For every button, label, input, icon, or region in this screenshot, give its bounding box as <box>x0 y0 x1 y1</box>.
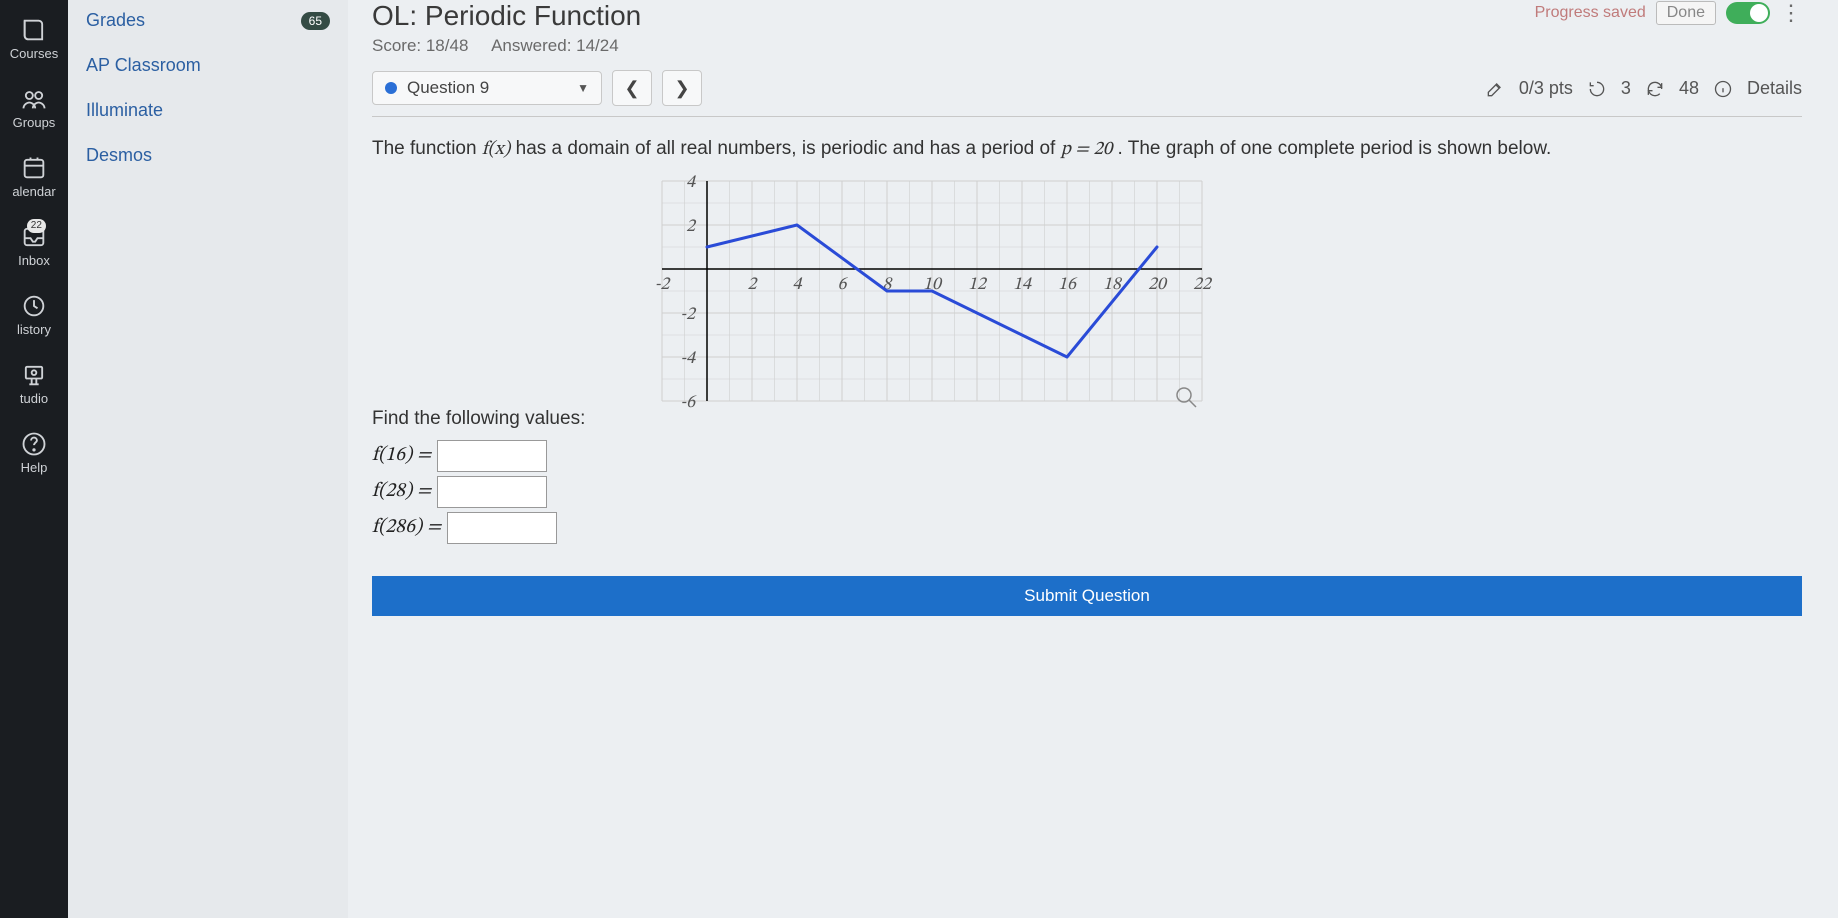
submit-question-button[interactable]: Submit Question <box>372 576 1802 616</box>
dark-mode-toggle[interactable] <box>1726 2 1770 24</box>
answers-block: f(16) = f(28) = f(286) = <box>372 436 1802 548</box>
done-button[interactable]: Done <box>1656 1 1716 25</box>
answer-label: f(28) = <box>372 479 431 504</box>
rail-label: tudio <box>20 391 48 406</box>
retries-label: 3 <box>1621 78 1631 99</box>
rail-item-courses[interactable]: Courses <box>10 16 58 61</box>
svg-text:12: 12 <box>968 276 988 294</box>
question-bar: Question 9 ▼ ❮ ❯ 0/3 pts 3 48 Details <box>372 70 1802 117</box>
svg-text:-2: -2 <box>680 306 697 324</box>
answer-label: f(16) = <box>372 443 431 468</box>
svg-text:16: 16 <box>1058 276 1078 294</box>
rail-item-history[interactable]: listory <box>17 292 51 337</box>
rail-label: alendar <box>12 184 55 199</box>
attempts-label: 48 <box>1679 78 1699 99</box>
course-nav-illuminate[interactable]: Illuminate <box>86 100 330 121</box>
info-icon <box>1713 77 1733 98</box>
svg-text:-4: -4 <box>680 350 696 368</box>
svg-text:-2: -2 <box>655 276 672 294</box>
course-nav-grades[interactable]: Grades <box>86 10 145 31</box>
rail-item-inbox[interactable]: 22 Inbox <box>18 223 50 268</box>
svg-text:4: 4 <box>686 174 696 192</box>
math-p: p = 20 <box>1061 140 1113 159</box>
refresh-icon <box>1645 77 1665 98</box>
progress-saved-label: Progress saved <box>1535 4 1646 22</box>
question-label: Question 9 <box>407 78 489 98</box>
studio-icon <box>20 361 48 389</box>
rail-label: Inbox <box>18 253 50 268</box>
answered-label: Answered: 14/24 <box>491 36 619 55</box>
details-link[interactable]: Details <box>1747 78 1802 99</box>
function-graph: -224681012141618202242-2-4-6 <box>602 171 1802 436</box>
points-label: 0/3 pts <box>1519 78 1573 99</box>
course-nav: Grades 65 AP Classroom Illuminate Desmos <box>68 0 348 918</box>
retry-icon <box>1587 77 1607 98</box>
score-label: Score: 18/48 <box>372 36 468 55</box>
svg-text:14: 14 <box>1013 276 1032 294</box>
caret-down-icon: ▼ <box>577 81 589 95</box>
answer-input-f28[interactable] <box>437 476 547 508</box>
next-question-button[interactable]: ❯ <box>662 70 702 106</box>
rail-label: listory <box>17 322 51 337</box>
page-title: OL: Periodic Function <box>372 0 1535 32</box>
math-fx: f(x) <box>482 140 511 159</box>
answer-input-f286[interactable] <box>447 512 557 544</box>
rail-label: Courses <box>10 46 58 61</box>
answer-label: f(286) = <box>372 515 441 540</box>
svg-text:4: 4 <box>793 276 803 294</box>
prev-question-button[interactable]: ❮ <box>612 70 652 106</box>
svg-text:22: 22 <box>1193 276 1213 294</box>
course-nav-apclassroom[interactable]: AP Classroom <box>86 55 330 76</box>
answer-row: f(286) = <box>372 512 1802 544</box>
calendar-icon <box>20 154 48 182</box>
rail-item-help[interactable]: Help <box>20 430 48 475</box>
people-icon <box>20 85 48 113</box>
clock-icon <box>20 292 48 320</box>
rail-item-groups[interactable]: Groups <box>13 85 56 130</box>
edit-icon <box>1485 77 1505 98</box>
menu-dots-icon[interactable]: ⋮ <box>1780 0 1802 26</box>
course-nav-desmos[interactable]: Desmos <box>86 145 330 166</box>
find-values-label: Find the following values: <box>372 408 1802 430</box>
answer-row: f(16) = <box>372 440 1802 472</box>
rail-badge: 22 <box>27 219 46 233</box>
svg-text:2: 2 <box>686 218 697 236</box>
rail-item-studio[interactable]: tudio <box>20 361 48 406</box>
status-dot-icon <box>385 82 397 94</box>
question-text: The function f(x) has a domain of all re… <box>372 135 1802 165</box>
help-icon <box>20 430 48 458</box>
left-rail: Courses Groups alendar 22 Inbox listory … <box>0 0 68 918</box>
rail-label: Help <box>21 460 48 475</box>
answer-row: f(28) = <box>372 476 1802 508</box>
answer-input-f16[interactable] <box>437 440 547 472</box>
course-nav-badge: 65 <box>301 12 330 30</box>
book-icon <box>20 16 48 44</box>
question-selector[interactable]: Question 9 ▼ <box>372 71 602 105</box>
main-content: OL: Periodic Function Score: 18/48 Answe… <box>348 0 1838 918</box>
svg-text:20: 20 <box>1148 276 1168 294</box>
rail-label: Groups <box>13 115 56 130</box>
rail-item-calendar[interactable]: alendar <box>12 154 55 199</box>
